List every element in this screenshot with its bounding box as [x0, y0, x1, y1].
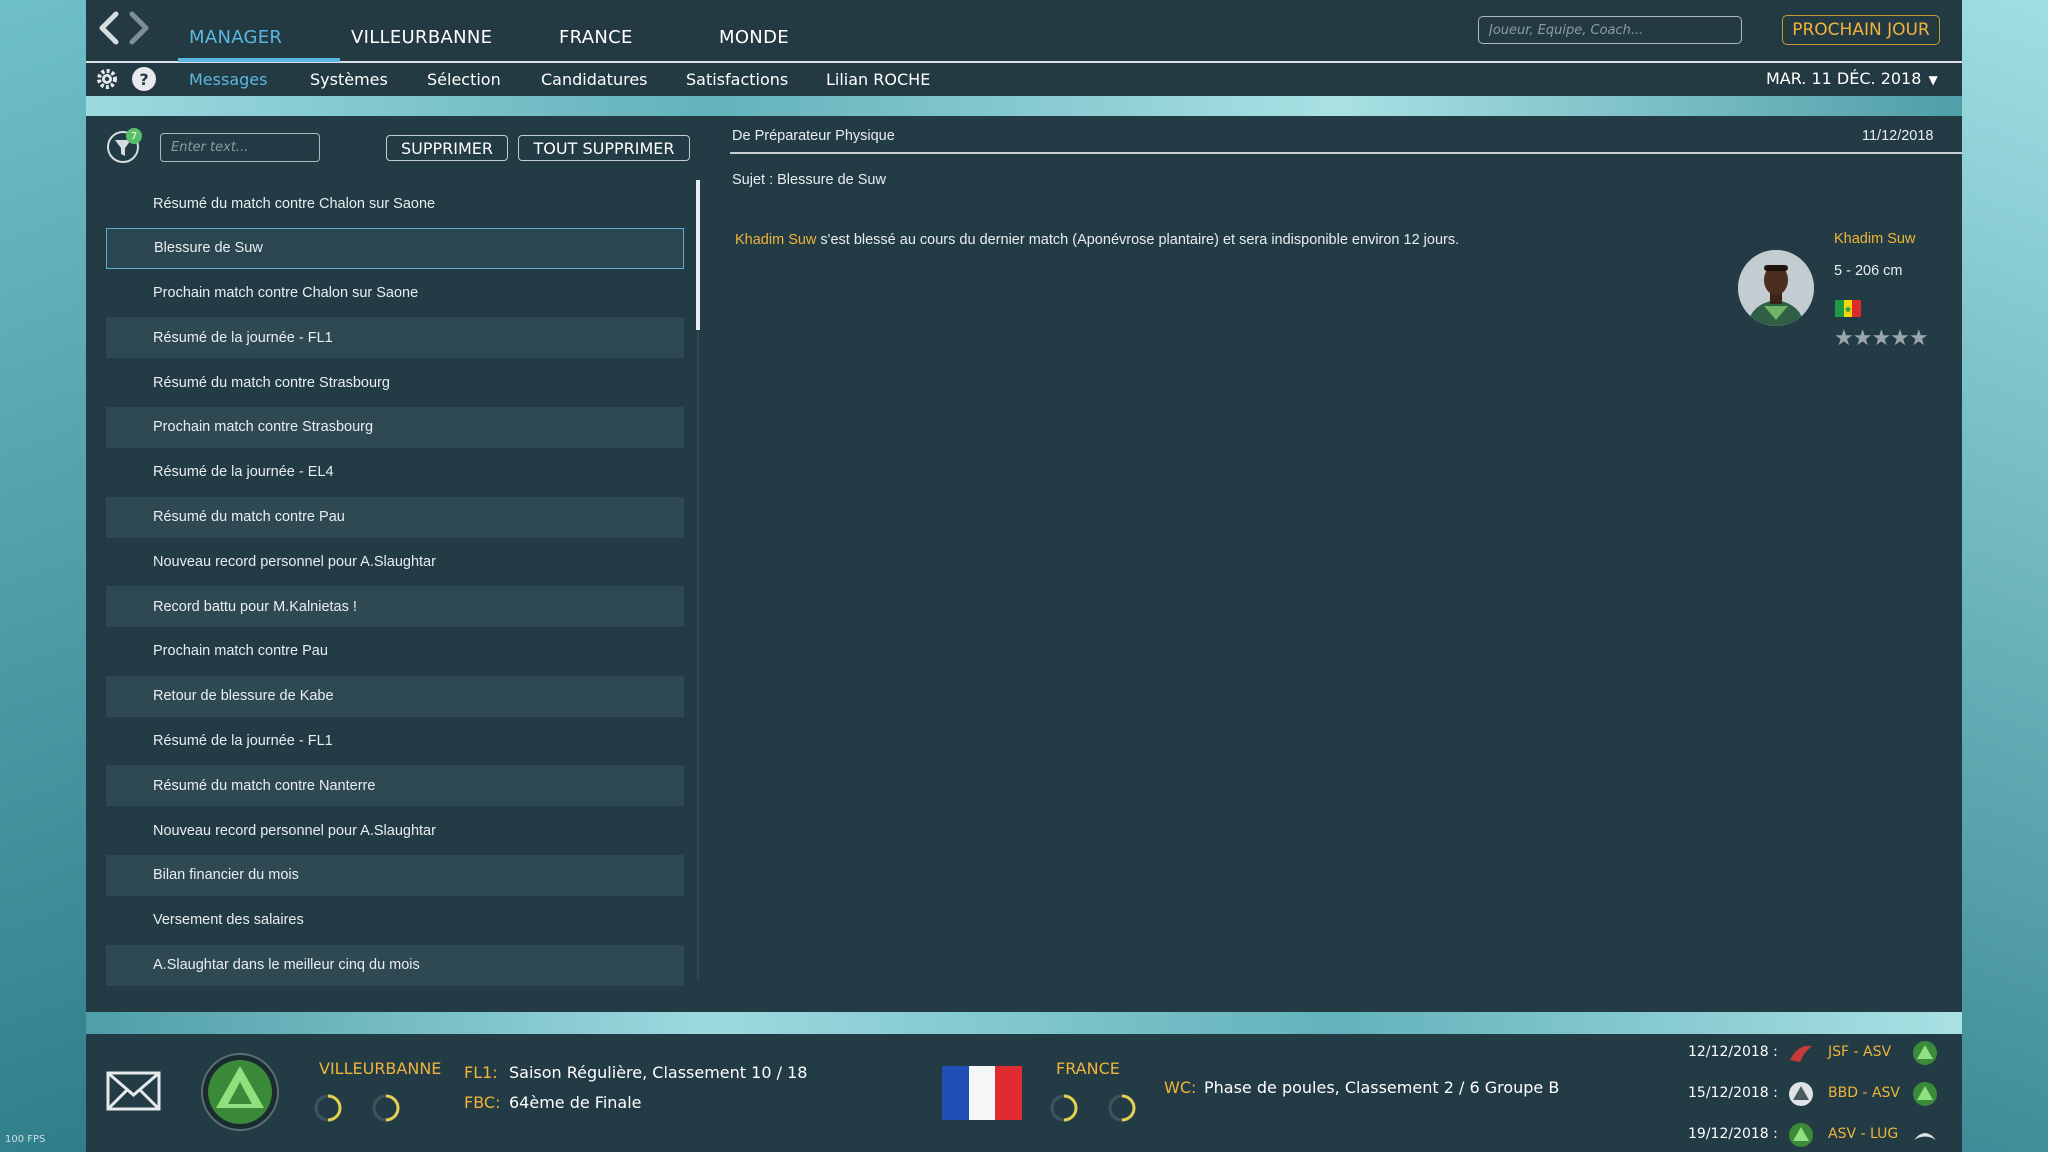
next-day-button[interactable]: PROCHAIN JOUR [1782, 15, 1940, 45]
message-list-item[interactable]: Résumé du match contre Pau [106, 496, 684, 538]
subnav-selection[interactable]: Sélection [427, 70, 501, 89]
background-facet [1962, 0, 2048, 1152]
tab-manager[interactable]: MANAGER [189, 27, 282, 48]
subnav-candidatures[interactable]: Candidatures [541, 70, 648, 89]
chevron-down-icon: ▼ [1928, 73, 1938, 87]
message-list-item[interactable]: Record battu pour M.Kalnietas ! [106, 586, 684, 628]
message-list-item[interactable]: Versement des salaires [106, 900, 684, 941]
active-tab-indicator [178, 58, 340, 62]
fps-counter: 100 FPS [5, 1134, 46, 1145]
message-body: Khadim Suw s'est blessé au cours du dern… [735, 232, 1459, 248]
background-facet [86, 1012, 1962, 1034]
chevron-right-icon[interactable] [124, 10, 154, 46]
competition-label-fl1: FL1: [464, 1063, 498, 1082]
message-header-divider [730, 152, 1962, 154]
gear-icon[interactable] [94, 66, 120, 92]
player-link[interactable]: Khadim Suw [735, 232, 816, 248]
france-flag-icon[interactable] [942, 1066, 1022, 1120]
nation-name[interactable]: FRANCE [1056, 1059, 1120, 1078]
message-sender: De Préparateur Physique [732, 128, 895, 144]
club-logo-icon [1913, 1082, 1937, 1106]
message-list-item[interactable]: Résumé du match contre Nanterre [106, 765, 684, 807]
player-name[interactable]: Khadim Suw [1834, 231, 1915, 247]
message-list-item[interactable]: Bilan financier du mois [106, 854, 684, 896]
club-logo-icon[interactable] [200, 1052, 280, 1132]
help-icon[interactable]: ? [131, 66, 157, 92]
background-facet [0, 0, 86, 1152]
club-name[interactable]: VILLEURBANNE [319, 1059, 441, 1078]
competition-label-wc: WC: [1164, 1078, 1197, 1097]
message-list-item[interactable]: Prochain match contre Pau [106, 631, 684, 672]
competition-status-wc[interactable]: Phase de poules, Classement 2 / 6 Groupe… [1204, 1078, 1559, 1097]
background-facet [86, 96, 1962, 116]
subnav-messages[interactable]: Messages [189, 70, 267, 89]
loading-spinner-icon [1108, 1094, 1136, 1122]
message-filter-input[interactable] [160, 133, 320, 162]
tab-monde[interactable]: MONDE [719, 27, 789, 48]
fixture-date: 15/12/2018 : [1688, 1085, 1778, 1101]
filter-count-badge: 7 [126, 128, 142, 144]
competition-status-fbc[interactable]: 64ème de Finale [509, 1093, 642, 1112]
fixture-teams[interactable]: JSF - ASV [1828, 1044, 1891, 1060]
current-date-dropdown[interactable]: MAR. 11 DÉC. 2018 ▼ [1766, 69, 1938, 88]
competition-label-fbc: FBC: [464, 1093, 501, 1112]
delete-all-button[interactable]: TOUT SUPPRIMER [518, 135, 690, 161]
player-info: 5 - 206 cm [1834, 263, 1903, 279]
team-logo-icon [1789, 1082, 1813, 1106]
loading-spinner-icon [372, 1094, 400, 1122]
team-logo-icon [1790, 1045, 1812, 1062]
search-input[interactable] [1478, 16, 1742, 44]
status-footer [86, 1034, 1962, 1152]
team-logo-icon [1914, 1133, 1936, 1140]
message-list-item[interactable]: Résumé de la journée - EL4 [106, 452, 684, 493]
message-list-item[interactable]: Prochain match contre Strasbourg [106, 406, 684, 448]
fixture-date: 19/12/2018 : [1688, 1126, 1778, 1142]
message-list-item[interactable]: Résumé du match contre Strasbourg [106, 362, 684, 403]
loading-spinner-icon [314, 1094, 342, 1122]
tab-france[interactable]: FRANCE [559, 27, 633, 48]
chevron-left-icon[interactable] [94, 10, 124, 46]
message-list-item[interactable]: Blessure de Suw [106, 227, 684, 269]
player-avatar[interactable] [1738, 250, 1814, 326]
subnav-satisfactions[interactable]: Satisfactions [686, 70, 788, 89]
message-list-item[interactable]: Nouveau record personnel pour A.Slaughta… [106, 541, 684, 582]
subnav-manager-profile[interactable]: Lilian ROCHE [826, 70, 930, 89]
loading-spinner-icon [1050, 1094, 1078, 1122]
current-date: MAR. 11 DÉC. 2018 [1766, 69, 1922, 88]
message-list-item[interactable]: Prochain match contre Chalon sur Saone [106, 273, 684, 314]
tab-villeurbanne[interactable]: VILLEURBANNE [351, 27, 492, 48]
subnav-systemes[interactable]: Systèmes [310, 70, 388, 89]
fixture-date: 12/12/2018 : [1688, 1044, 1778, 1060]
message-list-item[interactable]: A.Slaughtar dans le meilleur cinq du moi… [106, 944, 684, 986]
player-portrait-icon [1738, 250, 1814, 326]
delete-button[interactable]: SUPPRIMER [386, 135, 508, 161]
message-body-text: s'est blessé au cours du dernier match (… [816, 232, 1460, 248]
club-logo-icon [1789, 1123, 1813, 1147]
player-rating-stars: ★★★★★ [1834, 326, 1929, 351]
scrollbar-thumb[interactable] [696, 180, 700, 330]
message-list-item[interactable]: Résumé de la journée - FL1 [106, 317, 684, 359]
club-logo-icon [1913, 1041, 1937, 1065]
message-subject: Sujet : Blessure de Suw [732, 172, 886, 188]
message-list-item[interactable]: Nouveau record personnel pour A.Slaughta… [106, 810, 684, 851]
senegal-flag-icon [1835, 300, 1861, 317]
message-date: 11/12/2018 [1862, 128, 1934, 144]
message-list: Résumé du match contre Chalon sur Saone B… [106, 183, 684, 989]
fixture-teams[interactable]: BBD - ASV [1828, 1085, 1900, 1101]
message-list-item[interactable]: Résumé du match contre Chalon sur Saone [106, 183, 684, 224]
fixture-teams[interactable]: ASV - LUG [1828, 1126, 1898, 1142]
svg-text:?: ? [139, 70, 148, 89]
message-list-item[interactable]: Retour de blessure de Kabe [106, 675, 684, 717]
envelope-icon[interactable] [106, 1071, 161, 1111]
competition-status-fl1[interactable]: Saison Régulière, Classement 10 / 18 [509, 1063, 807, 1082]
message-list-item[interactable]: Résumé de la journée - FL1 [106, 721, 684, 762]
